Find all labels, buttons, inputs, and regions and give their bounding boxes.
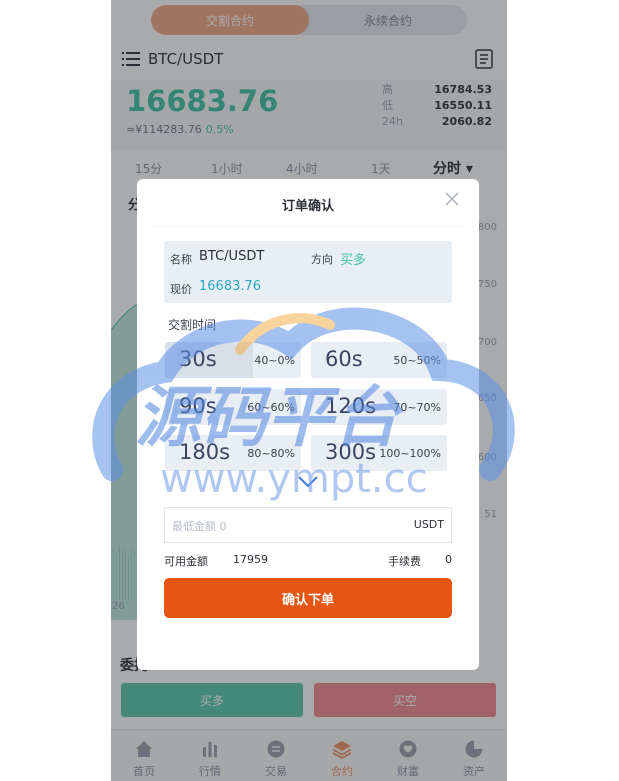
duration-option-180s[interactable]: 180s 80~80%	[165, 435, 301, 471]
option-rate: 40~0%	[254, 354, 295, 367]
available-label: 可用金额	[164, 555, 208, 568]
duration-option-90s[interactable]: 90s 60~60%	[165, 389, 301, 425]
order-confirm-dialog: 订单确认 名称 BTC/USDT 方向 买多 现价 16683.76 交割时间 …	[137, 179, 479, 670]
current-price-label: 现价	[170, 283, 192, 296]
option-rate: 100~100%	[379, 447, 441, 460]
option-time: 120s	[325, 394, 377, 418]
fee-value: 0	[445, 553, 452, 566]
amount-input[interactable]: 最低金额 0 USDT	[164, 507, 452, 543]
option-rate: 70~70%	[393, 401, 441, 414]
chevron-down-icon[interactable]	[297, 475, 319, 489]
confirm-order-button[interactable]: 确认下单	[164, 578, 452, 618]
option-time: 180s	[179, 440, 231, 464]
amount-placeholder: 最低金额 0	[172, 520, 227, 533]
name-value: BTC/USDT	[199, 249, 265, 264]
name-label: 名称	[170, 253, 192, 266]
option-time: 300s	[325, 440, 377, 464]
close-icon[interactable]	[445, 192, 459, 206]
delivery-time-label: 交割时间	[168, 318, 217, 332]
dialog-title: 订单确认	[281, 199, 334, 214]
app-screen: 交割合约 永续合约 BTC/USDT 16683.76 ≈¥114283.76 0…	[111, 0, 507, 781]
duration-option-30s[interactable]: 30s 40~0%	[165, 342, 301, 378]
duration-option-300s[interactable]: 300s 100~100%	[311, 435, 447, 471]
fee-label: 手续费	[388, 555, 421, 568]
direction-label: 方向	[311, 253, 333, 266]
current-price-value: 16683.76	[199, 279, 262, 294]
option-time: 90s	[179, 394, 217, 418]
available-value: 17959	[233, 553, 268, 566]
option-rate: 80~80%	[247, 447, 295, 460]
amount-unit: USDT	[413, 518, 444, 531]
option-time: 30s	[179, 347, 217, 371]
order-info-box: 名称 BTC/USDT 方向 买多 现价 16683.76	[164, 241, 452, 303]
option-rate: 50~50%	[393, 354, 441, 367]
duration-option-120s[interactable]: 120s 70~70%	[311, 389, 447, 425]
option-rate: 60~60%	[247, 401, 295, 414]
duration-option-60s[interactable]: 60s 50~50%	[311, 342, 447, 378]
option-time: 60s	[325, 347, 363, 371]
divider	[152, 226, 464, 227]
direction-value: 买多	[340, 253, 367, 268]
